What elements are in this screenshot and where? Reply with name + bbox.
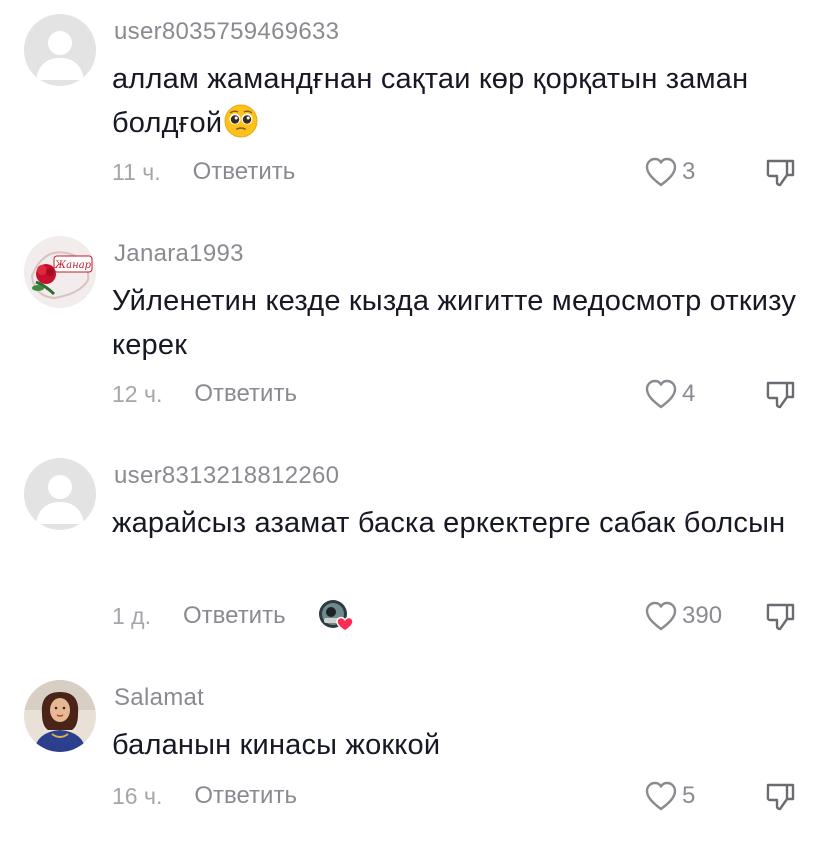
comment-text: Уйленетин кезде кызда жигитте медосмотр … <box>112 285 797 361</box>
heart-filled-icon <box>335 616 354 632</box>
dislike-button[interactable] <box>764 600 796 632</box>
dislike-button[interactable] <box>764 780 796 812</box>
creator-avatar-icon <box>318 600 354 632</box>
comment-time: 16 ч. <box>112 782 163 809</box>
like-count: 5 <box>682 782 696 809</box>
comment-username[interactable]: user8035759469633 <box>114 18 339 46</box>
comment-username[interactable]: Salamat <box>114 684 204 712</box>
heart-outline-icon <box>645 781 677 811</box>
heart-outline-icon <box>645 379 677 409</box>
avatar[interactable] <box>24 458 96 530</box>
thumbs-down-icon <box>766 159 795 187</box>
reply-button[interactable]: Ответить <box>183 602 286 630</box>
reply-button[interactable]: Ответить <box>194 380 297 408</box>
like-button[interactable]: 3 <box>644 155 695 189</box>
comment-text: баланын кинасы жоккой <box>112 729 441 761</box>
comment-meta: 16 ч. Ответить <box>112 779 297 813</box>
reply-button[interactable]: Ответить <box>193 158 296 186</box>
avatar-caption: Жанар <box>54 260 92 271</box>
comment-time: 12 ч. <box>112 380 163 407</box>
like-button[interactable]: 4 <box>644 377 695 411</box>
like-count: 390 <box>682 602 723 629</box>
like-count: 4 <box>682 380 696 407</box>
comment-meta: 12 ч. Ответить <box>112 377 297 411</box>
comment-username[interactable]: Janara1993 <box>114 240 244 268</box>
thumbs-down-icon <box>766 381 795 409</box>
dislike-button[interactable] <box>764 378 796 410</box>
photo-avatar-icon: Жанар <box>24 236 96 308</box>
comment-meta: 11 ч. Ответить <box>112 155 295 189</box>
comment-text-body: аллам жамандғнан сақтаи көр қорқатын зам… <box>112 63 749 139</box>
comment-text: жарайсыз азамат баска еркектерге сабак б… <box>112 507 786 539</box>
comment-text: аллам жамандғнан сақтаи көр қорқатын зам… <box>112 57 802 145</box>
comment-username[interactable]: user8313218812260 <box>114 462 339 490</box>
dislike-button[interactable] <box>764 156 796 188</box>
default-avatar-icon <box>24 458 96 530</box>
avatar[interactable] <box>24 14 96 86</box>
comment-time: 11 ч. <box>112 158 161 185</box>
comment-meta: 1 д. Ответить <box>112 599 354 633</box>
like-button[interactable]: 390 <box>644 599 722 633</box>
like-count: 3 <box>682 158 696 185</box>
reply-button[interactable]: Ответить <box>194 782 297 810</box>
thumbs-down-icon <box>766 603 795 631</box>
heart-outline-icon <box>645 601 677 631</box>
thumbs-down-icon <box>766 783 795 811</box>
pleading-face-icon <box>224 104 258 138</box>
avatar[interactable] <box>24 680 96 752</box>
heart-outline-icon <box>645 157 677 187</box>
creator-liked-badge <box>318 599 354 633</box>
avatar[interactable]: Жанар <box>24 236 96 308</box>
like-button[interactable]: 5 <box>644 779 695 813</box>
comment-time: 1 д. <box>112 602 151 629</box>
photo-avatar-icon <box>24 680 96 752</box>
default-avatar-icon <box>24 14 96 86</box>
